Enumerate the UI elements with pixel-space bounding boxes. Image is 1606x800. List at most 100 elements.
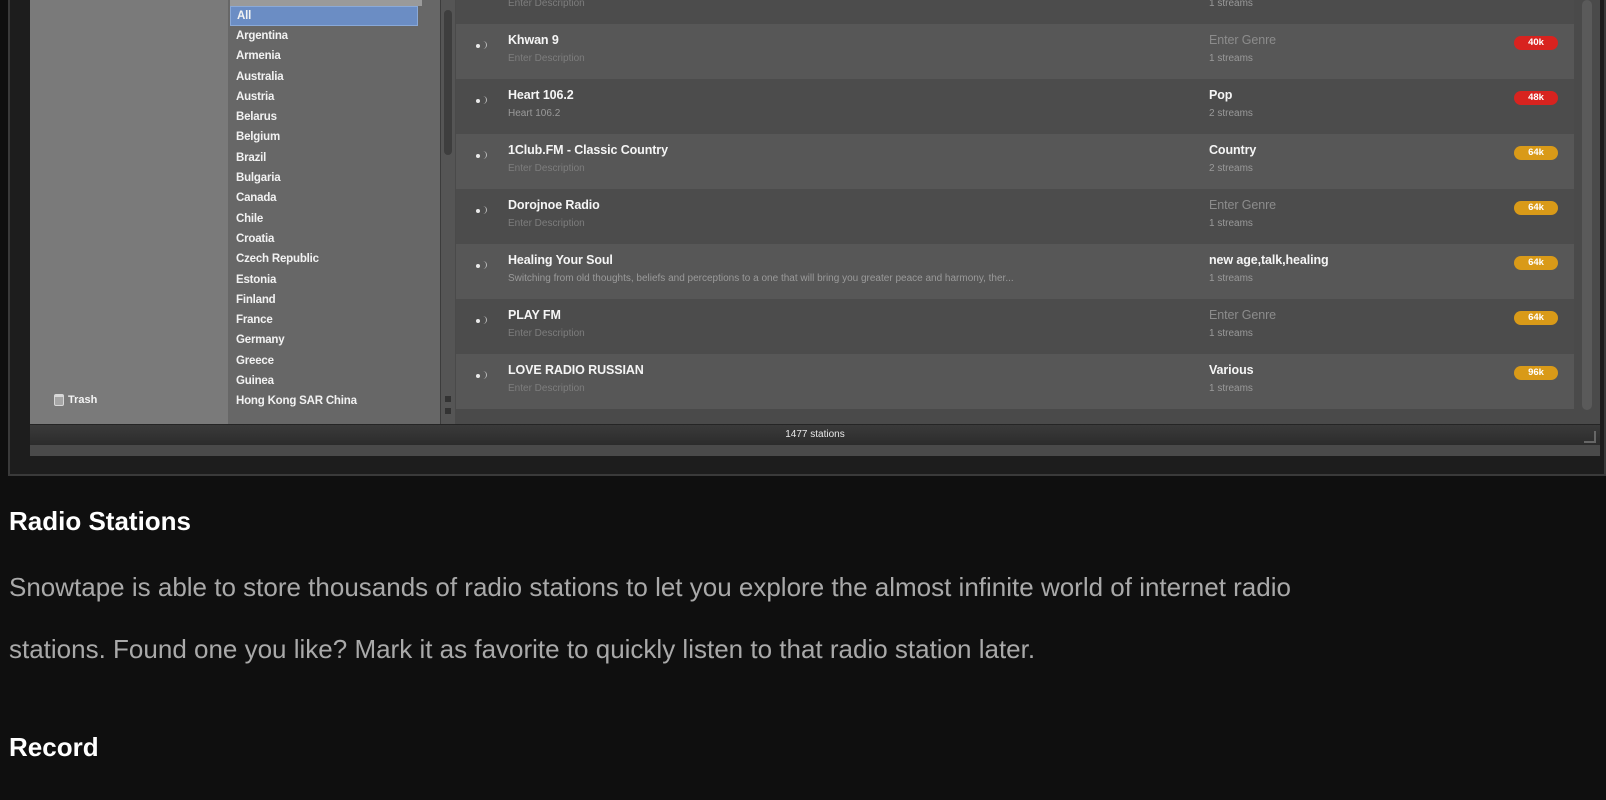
station-genre[interactable]: Country xyxy=(1209,143,1256,157)
station-row[interactable]: Dorojnoe Radio Enter Description Enter Gen… xyxy=(456,189,1574,244)
station-description[interactable]: Enter Description xyxy=(508,53,585,64)
station-genre[interactable]: Pop xyxy=(1209,88,1232,102)
station-name: Healing Your Soul xyxy=(508,253,613,267)
app-screenshot: Trash All Argentina Armenia Australia Austri… xyxy=(8,0,1606,476)
country-item[interactable]: Croatia xyxy=(230,229,424,249)
speaker-icon xyxy=(482,371,487,379)
country-item[interactable]: Czech Republic xyxy=(230,249,424,269)
speaker-icon xyxy=(482,151,487,159)
play-indicator-icon[interactable] xyxy=(476,99,480,103)
speaker-icon xyxy=(482,41,487,49)
country-item[interactable]: Hong Kong SAR China xyxy=(230,391,424,411)
bitrate-badge: 40k xyxy=(1514,36,1558,50)
station-streams: 1 streams xyxy=(1209,53,1253,64)
station-genre[interactable]: Enter Genre xyxy=(1209,308,1276,322)
station-genre[interactable]: new age,talk,healing xyxy=(1209,253,1329,267)
country-item[interactable]: Australia xyxy=(230,67,424,87)
station-description[interactable]: Switching from old thoughts, beliefs and… xyxy=(508,273,1014,284)
station-name: Dorojnoe Radio xyxy=(508,198,600,212)
speaker-icon xyxy=(482,261,487,269)
section-heading: Record xyxy=(9,732,99,762)
bitrate-badge: 64k xyxy=(1514,256,1558,270)
resize-grip-icon[interactable] xyxy=(1584,431,1596,443)
play-indicator-icon[interactable] xyxy=(476,209,480,213)
country-item[interactable]: Canada xyxy=(230,188,424,208)
status-bar: 1477 stations xyxy=(30,424,1600,445)
snowtape-window: Trash All Argentina Armenia Australia Austri… xyxy=(30,0,1600,456)
station-genre[interactable]: Enter Genre xyxy=(1209,198,1276,212)
scrollbar-thumb[interactable] xyxy=(444,10,452,155)
country-item[interactable]: Armenia xyxy=(230,46,424,66)
station-description[interactable]: Enter Description xyxy=(508,383,585,394)
country-item[interactable]: Austria xyxy=(230,87,424,107)
station-row[interactable]: Heart 106.2 Heart 106.2 Pop 2 streams 48k xyxy=(456,79,1574,134)
paragraph-line: stations. Found one you like? Mark it as… xyxy=(9,634,1036,664)
play-indicator-icon[interactable] xyxy=(476,374,480,378)
station-description[interactable]: Enter Description xyxy=(508,328,585,339)
play-indicator-icon[interactable] xyxy=(476,44,480,48)
speaker-icon xyxy=(482,206,487,214)
scrollbar-thumb[interactable] xyxy=(1582,0,1592,410)
station-list-scrollbar[interactable] xyxy=(1576,0,1600,424)
station-count: 1477 stations xyxy=(785,429,845,440)
country-item[interactable]: Argentina xyxy=(230,26,424,46)
station-row[interactable]: 1Club.FM - Classic Country Enter Descript… xyxy=(456,134,1574,189)
country-item[interactable]: Belarus xyxy=(230,107,424,127)
station-streams: 1 streams xyxy=(1209,383,1253,394)
sidebar-item-label: Trash xyxy=(68,394,98,406)
country-item[interactable]: France xyxy=(230,310,424,330)
speaker-icon xyxy=(482,96,487,104)
station-streams: 2 streams xyxy=(1209,108,1253,119)
country-item[interactable]: Brazil xyxy=(230,148,424,168)
station-genre[interactable]: Enter Genre xyxy=(1209,33,1276,47)
sidebar-item-trash[interactable]: Trash xyxy=(54,394,97,406)
trash-icon xyxy=(54,394,64,406)
station-description[interactable]: Heart 106.2 xyxy=(508,108,560,119)
station-name: PLAY FM xyxy=(508,308,561,322)
play-indicator-icon[interactable] xyxy=(476,264,480,268)
station-description[interactable]: Enter Description xyxy=(508,163,585,174)
station-name: 1Club.FM - Classic Country xyxy=(508,143,668,157)
country-item[interactable]: Chile xyxy=(230,209,424,229)
station-row[interactable]: PLAY FM Enter Description Enter Genre 1 str… xyxy=(456,299,1574,354)
station-list: Enter Description 1 streams Khwan 9 Enter… xyxy=(456,0,1574,424)
station-row[interactable]: LOVE RADIO RUSSIAN Enter Description Vario… xyxy=(456,354,1574,409)
country-list-scrollbar[interactable] xyxy=(440,0,455,424)
country-item[interactable]: Greece xyxy=(230,351,424,371)
station-description: Enter Description xyxy=(508,0,585,9)
country-item[interactable]: Estonia xyxy=(230,270,424,290)
country-item[interactable]: Belgium xyxy=(230,127,424,147)
bitrate-badge: 64k xyxy=(1514,146,1558,160)
source-list: Trash xyxy=(30,0,228,424)
station-row[interactable]: Khwan 9 Enter Description Enter Genre 1 str… xyxy=(456,24,1574,79)
station-name: Khwan 9 xyxy=(508,33,559,47)
paragraph-line: Snowtape is able to store thousands of r… xyxy=(9,572,1291,602)
country-item[interactable]: Germany xyxy=(230,330,424,350)
station-streams: 1 streams xyxy=(1209,218,1253,229)
station-streams: 1 streams xyxy=(1209,328,1253,339)
country-item[interactable]: Bulgaria xyxy=(230,168,424,188)
station-row[interactable]: Healing Your Soul Switching from old thou… xyxy=(456,244,1574,299)
bitrate-badge: 64k xyxy=(1514,311,1558,325)
station-description[interactable]: Enter Description xyxy=(508,218,585,229)
country-list: All Argentina Armenia Australia Austria Belar… xyxy=(228,0,441,424)
speaker-icon xyxy=(482,316,487,324)
country-item[interactable]: Finland xyxy=(230,290,424,310)
play-indicator-icon[interactable] xyxy=(476,319,480,323)
scroll-up-arrow-icon[interactable] xyxy=(445,396,451,402)
radio-stations-text: Snowtape is able to store thousands of r… xyxy=(9,556,1599,680)
station-row[interactable]: Enter Description 1 streams xyxy=(456,0,1574,24)
bitrate-badge: 64k xyxy=(1514,201,1558,215)
station-streams: 1 streams xyxy=(1209,273,1253,284)
bitrate-badge: 48k xyxy=(1514,91,1558,105)
country-item[interactable]: Guinea xyxy=(230,371,424,391)
station-name: Heart 106.2 xyxy=(508,88,574,102)
station-streams: 2 streams xyxy=(1209,163,1253,174)
play-indicator-icon[interactable] xyxy=(476,154,480,158)
country-item[interactable]: All xyxy=(230,6,418,26)
scroll-down-arrow-icon[interactable] xyxy=(445,408,451,414)
station-genre[interactable]: Various xyxy=(1209,363,1254,377)
station-name: LOVE RADIO RUSSIAN xyxy=(508,363,644,377)
radio-stations-section: Radio Stations xyxy=(9,506,1599,537)
station-streams: 1 streams xyxy=(1209,0,1253,9)
